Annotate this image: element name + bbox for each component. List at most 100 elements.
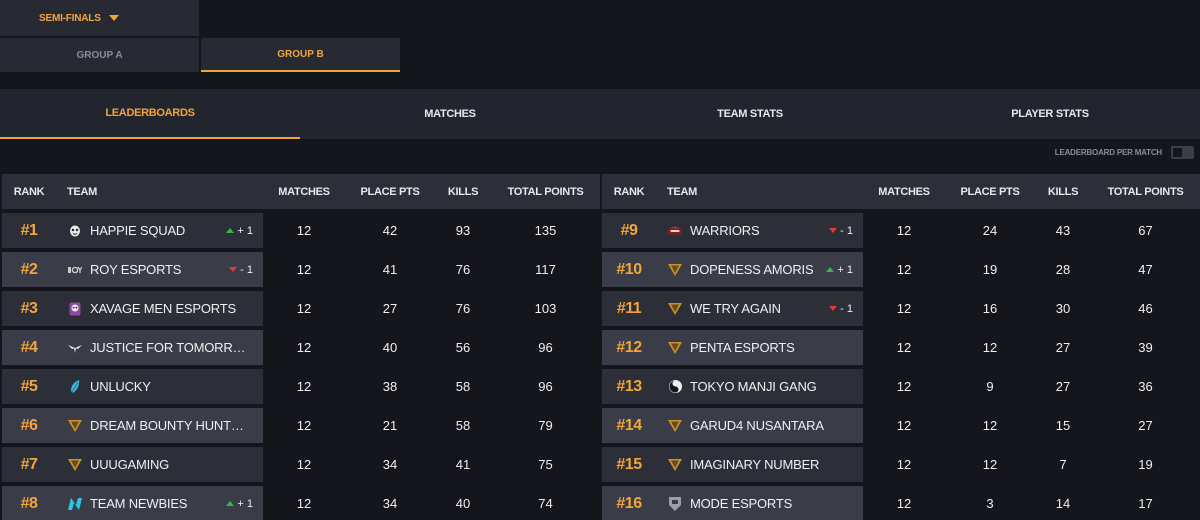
matches-value: 12 (296, 262, 312, 277)
col-team: TEAM (67, 185, 97, 198)
group-tabs: GROUP A GROUP B (0, 38, 402, 72)
table-row[interactable]: #11 WE TRY AGAIN - 1 12 16 30 46 (602, 291, 1200, 326)
tab-player-stats[interactable]: PLAYER STATS (900, 89, 1200, 139)
team-cell[interactable]: WARRIORS - 1 (656, 223, 863, 238)
stage-dropdown[interactable]: SEMI-FINALS (0, 0, 199, 36)
matches-value: 12 (296, 496, 312, 511)
team-name: UUUGAMING (90, 457, 170, 472)
per-match-toggle[interactable] (1171, 146, 1194, 159)
kills-value: 30 (1055, 301, 1071, 316)
rank-value: #9 (620, 221, 638, 239)
rank-change-value: + 1 (837, 263, 853, 276)
kills-value: 40 (455, 496, 471, 511)
table-header: RANK TEAM MATCHES PLACE PTS KILLS TOTAL … (2, 174, 600, 209)
team-cell[interactable]: JUSTICE FOR TOMORROW E... (56, 340, 263, 355)
matches-value: 12 (296, 301, 312, 316)
kills-value: 56 (455, 340, 471, 355)
team-cell[interactable]: PENTA ESPORTS (656, 340, 863, 355)
total-points-value: 117 (535, 262, 556, 277)
team-name: WE TRY AGAIN (690, 301, 781, 316)
team-cell[interactable]: WE TRY AGAIN - 1 (656, 301, 863, 316)
tab-matches[interactable]: MATCHES (300, 89, 600, 139)
tab-group-b[interactable]: GROUP B (201, 38, 400, 72)
table-row[interactable]: #13 TOKYO MANJI GANG 12 9 27 36 (602, 369, 1200, 404)
kills-value: 76 (455, 262, 471, 277)
col-matches: MATCHES (878, 185, 930, 198)
table-row[interactable]: #2 ROY ESPORTS - 1 12 41 76 117 (2, 252, 600, 287)
total-points-value: 36 (1138, 379, 1153, 394)
main-tabs: LEADERBOARDS MATCHES TEAM STATS PLAYER S… (0, 89, 1200, 139)
team-cell[interactable]: UNLUCKY (56, 379, 263, 394)
total-points-value: 47 (1138, 262, 1153, 277)
place-pts-value: 21 (382, 418, 398, 433)
team-cell[interactable]: ROY ESPORTS - 1 (56, 262, 263, 277)
total-points-value: 46 (1138, 301, 1153, 316)
table-row[interactable]: #5 UNLUCKY 12 38 58 96 (2, 369, 600, 404)
table-row[interactable]: #16 MODE ESPORTS 12 3 14 17 (602, 486, 1200, 520)
arrow-up-icon (226, 501, 235, 506)
matches-value: 12 (296, 418, 312, 433)
table-row[interactable]: #6 DREAM BOUNTY HUNTER G... 12 21 58 79 (2, 408, 600, 443)
tab-group-a[interactable]: GROUP A (0, 38, 199, 72)
shield-icon (68, 419, 82, 433)
place-pts-value: 24 (982, 223, 998, 238)
toggle-knob (1173, 148, 1182, 157)
table-row[interactable]: #3 XAVAGE MEN ESPORTS 12 27 76 103 (2, 291, 600, 326)
stage-dropdown-label: SEMI-FINALS (39, 12, 101, 24)
rank-value: #3 (20, 299, 38, 317)
rank-value: #5 (20, 377, 38, 395)
rank-value: #14 (616, 416, 642, 434)
rank-value: #4 (20, 338, 38, 356)
table-row[interactable]: #14 GARUD4 NUSANTARA 12 12 15 27 (602, 408, 1200, 443)
rank-change: - 1 (229, 264, 253, 276)
team-cell[interactable]: IMAGINARY NUMBER (656, 457, 863, 472)
tab-leaderboards[interactable]: LEADERBOARDS (0, 89, 300, 139)
kills-value: 14 (1055, 496, 1071, 511)
col-total-points: TOTAL POINTS (507, 185, 584, 198)
arrow-down-icon (829, 306, 838, 311)
tab-team-stats[interactable]: TEAM STATS (600, 89, 900, 139)
table-row[interactable]: #15 IMAGINARY NUMBER 12 12 7 19 (602, 447, 1200, 482)
col-kills: KILLS (1047, 185, 1079, 198)
place-pts-value: 3 (986, 496, 994, 511)
table-row[interactable]: #7 UUUGAMING 12 34 41 75 (2, 447, 600, 482)
team-cell[interactable]: TOKYO MANJI GANG (656, 379, 863, 394)
total-points-value: 75 (538, 457, 553, 472)
team-name: TOKYO MANJI GANG (690, 379, 817, 394)
team-cell[interactable]: MODE ESPORTS (656, 496, 863, 511)
table-row[interactable]: #9 WARRIORS - 1 12 24 43 67 (602, 213, 1200, 248)
rank-value: #6 (20, 416, 38, 434)
shield-icon (668, 419, 682, 433)
team-cell[interactable]: DREAM BOUNTY HUNTER G... (56, 418, 263, 433)
kills-value: 58 (455, 418, 471, 433)
team-cell[interactable]: TEAM NEWBIES + 1 (56, 496, 263, 511)
rank-value: #10 (616, 260, 642, 278)
table-row[interactable]: #4 JUSTICE FOR TOMORROW E... 12 40 56 96 (2, 330, 600, 365)
rank-value: #15 (616, 455, 642, 473)
team-cell[interactable]: HAPPIE SQUAD + 1 (56, 223, 263, 238)
table-row[interactable]: #10 DOPENESS AMORIS + 1 12 19 28 47 (602, 252, 1200, 287)
leaderboard-table-right: RANK TEAM MATCHES PLACE PTS KILLS TOTAL … (602, 174, 1200, 520)
table-row[interactable]: #8 TEAM NEWBIES + 1 12 34 40 74 (2, 486, 600, 520)
matches-value: 12 (296, 379, 312, 394)
place-pts-value: 9 (986, 379, 994, 394)
matches-value: 12 (296, 223, 312, 238)
table-row[interactable]: #1 HAPPIE SQUAD + 1 12 42 93 135 (2, 213, 600, 248)
team-name: DREAM BOUNTY HUNTER G... (90, 418, 246, 433)
per-match-label: LEADERBOARD PER MATCH (1054, 148, 1162, 157)
kills-value: 93 (455, 223, 471, 238)
matches-value: 12 (896, 418, 912, 433)
team-name: TEAM NEWBIES (90, 496, 188, 511)
team-cell[interactable]: XAVAGE MEN ESPORTS (56, 301, 263, 316)
team-cell[interactable]: GARUD4 NUSANTARA (656, 418, 863, 433)
team-name: PENTA ESPORTS (690, 340, 795, 355)
team-name: JUSTICE FOR TOMORROW E... (90, 340, 246, 355)
shield-icon (668, 302, 682, 316)
place-pts-value: 27 (382, 301, 398, 316)
table-row[interactable]: #12 PENTA ESPORTS 12 12 27 39 (602, 330, 1200, 365)
place-pts-value: 41 (382, 262, 398, 277)
team-cell[interactable]: UUUGAMING (56, 457, 263, 472)
kills-value: 27 (1055, 379, 1071, 394)
total-points-value: 96 (538, 379, 553, 394)
team-cell[interactable]: DOPENESS AMORIS + 1 (656, 262, 863, 277)
